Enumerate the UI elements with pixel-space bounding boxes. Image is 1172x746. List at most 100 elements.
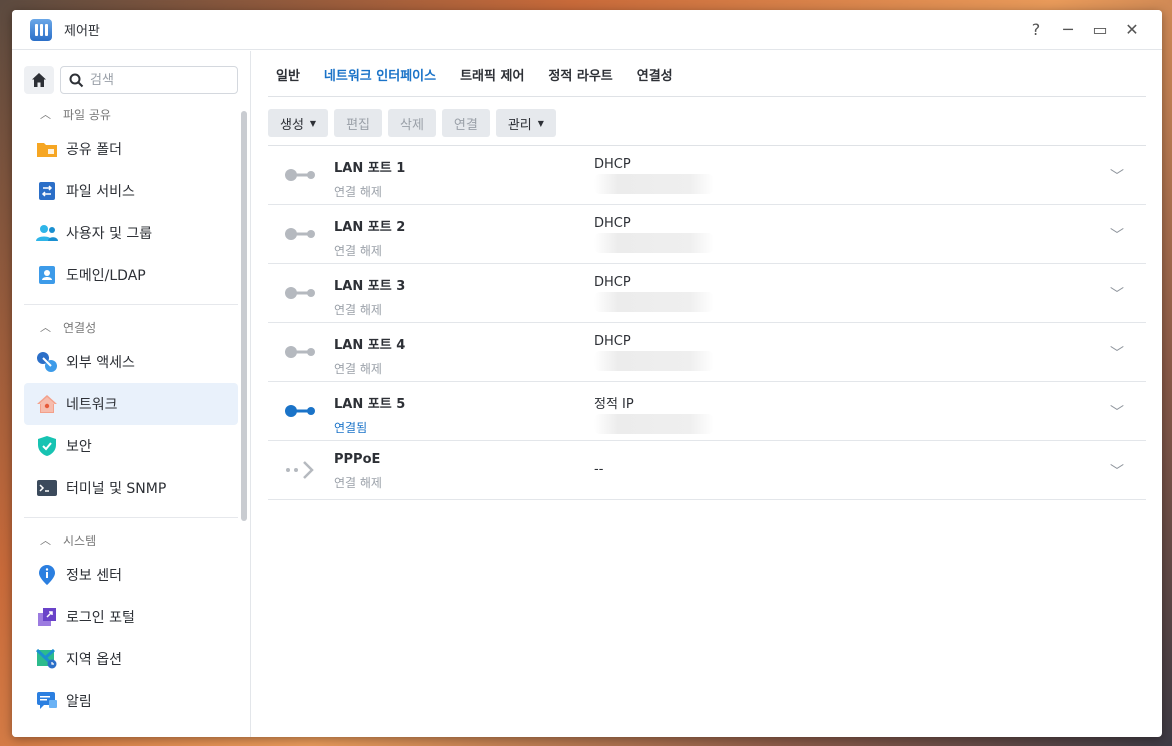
sidebar-item-file-services[interactable]: 파일 서비스 [24, 170, 238, 212]
main-panel: 일반 네트워크 인터페이스 트래픽 제어 정적 라우트 연결성 생성 ▼ 편집 삭… [268, 51, 1146, 737]
control-panel-window: 제어판 ? ─ ▭ ✕ ︿파일 공유 공유 폴더 파일 서비스 [12, 10, 1162, 737]
sidebar-item-regional-options[interactable]: 지역 옵션 [24, 638, 238, 680]
close-button[interactable]: ✕ [1116, 14, 1148, 46]
chevron-up-icon: ︿ [40, 108, 51, 121]
divider [24, 304, 238, 305]
tab-general[interactable]: 일반 [276, 65, 300, 96]
search-field[interactable] [60, 66, 238, 94]
chevron-up-icon: ︿ [40, 534, 51, 547]
window-title: 제어판 [64, 24, 100, 39]
login-portal-icon [36, 606, 58, 628]
interface-row-lan1[interactable]: LAN 포트 1 연결 해제 DHCP ﹀ [268, 146, 1146, 205]
sidebar: ︿파일 공유 공유 폴더 파일 서비스 사용자 및 그룹 도메인/LDAP ︿연… [12, 51, 251, 737]
chevron-down-icon[interactable]: ﹀ [1110, 225, 1124, 245]
create-button[interactable]: 생성 ▼ [268, 109, 329, 137]
interface-status: 연결 해제 [334, 362, 382, 376]
sidebar-item-network[interactable]: 네트워크 [24, 383, 238, 425]
divider [24, 517, 238, 518]
help-button[interactable]: ? [1020, 14, 1052, 46]
sidebar-item-security[interactable]: 보안 [24, 425, 238, 467]
tab-network-interface[interactable]: 네트워크 인터페이스 [324, 65, 436, 96]
sidebar-item-external-access[interactable]: 외부 액세스 [24, 341, 238, 383]
chevron-down-icon[interactable]: ﹀ [1110, 284, 1124, 304]
sidebar-item-login-portal[interactable]: 로그인 포털 [24, 596, 238, 638]
interface-row-lan3[interactable]: LAN 포트 3 연결 해제 DHCP ﹀ [268, 264, 1146, 323]
interface-mode: DHCP [594, 157, 631, 172]
interface-mode: 정적 IP [594, 397, 634, 412]
tab-traffic-control[interactable]: 트래픽 제어 [460, 65, 524, 96]
port-connected-icon [285, 405, 315, 417]
port-disconnected-icon [285, 287, 315, 299]
section-system[interactable]: ︿ 시스템 [12, 526, 250, 554]
external-access-icon [36, 351, 58, 373]
section-file-sharing[interactable]: ︿ 파일 공유 [12, 100, 250, 128]
interface-list: LAN 포트 1 연결 해제 DHCP ﹀ LAN 포트 2 연결 해제 DHCP … [268, 145, 1146, 500]
control-panel-app-icon [30, 18, 52, 41]
interface-status: 연결 해제 [334, 476, 382, 490]
tab-bar: 일반 네트워크 인터페이스 트래픽 제어 정적 라우트 연결성 [268, 51, 1146, 97]
chevron-down-icon[interactable]: ﹀ [1110, 343, 1124, 363]
redacted-address [594, 292, 714, 312]
notification-icon [36, 690, 58, 712]
sidebar-scrollbar[interactable] [241, 111, 247, 521]
tab-static-route[interactable]: 정적 라우트 [548, 65, 612, 96]
folder-icon [36, 138, 58, 160]
toolbar: 생성 ▼ 편집 삭제 연결 관리 ▼ [268, 109, 1146, 137]
sidebar-item-info-center[interactable]: 정보 센터 [24, 554, 238, 596]
pppoe-icon [286, 461, 314, 479]
sidebar-item-terminal-snmp[interactable]: 터미널 및 SNMP [24, 467, 238, 509]
sidebar-item-notification[interactable]: 알림 [24, 680, 238, 722]
edit-button[interactable]: 편집 [334, 109, 382, 137]
section-connectivity[interactable]: ︿ 연결성 [12, 313, 250, 341]
interface-row-lan2[interactable]: LAN 포트 2 연결 해제 DHCP ﹀ [268, 205, 1146, 264]
home-button[interactable] [24, 66, 54, 94]
maximize-button[interactable]: ▭ [1084, 14, 1116, 46]
chevron-down-icon[interactable]: ﹀ [1110, 402, 1124, 422]
manage-button[interactable]: 관리 ▼ [495, 109, 556, 137]
interface-name: LAN 포트 1 [334, 161, 406, 176]
interface-status: 연결 해제 [334, 185, 382, 199]
interface-name: LAN 포트 4 [334, 338, 406, 353]
caret-down-icon: ▼ [537, 118, 544, 128]
terminal-icon [36, 477, 58, 499]
minimize-button[interactable]: ─ [1052, 14, 1084, 46]
network-home-icon [36, 393, 58, 415]
caret-down-icon: ▼ [309, 118, 317, 128]
title-bar: 제어판 ? ─ ▭ ✕ [12, 10, 1162, 50]
sidebar-item-users-groups[interactable]: 사용자 및 그룹 [24, 212, 238, 254]
interface-name: LAN 포트 3 [334, 279, 406, 294]
port-disconnected-icon [285, 346, 315, 358]
redacted-address [594, 414, 714, 434]
regional-options-icon [36, 648, 58, 670]
delete-button[interactable]: 삭제 [388, 109, 436, 137]
redacted-address [594, 233, 714, 253]
chevron-up-icon: ︿ [40, 321, 51, 334]
tab-connectivity[interactable]: 연결성 [637, 65, 673, 96]
info-icon [36, 564, 58, 586]
interface-name: LAN 포트 5 [334, 397, 406, 412]
sidebar-item-shared-folder[interactable]: 공유 폴더 [24, 128, 238, 170]
redacted-address [594, 351, 714, 371]
search-icon [69, 73, 84, 87]
port-disconnected-icon [285, 169, 315, 181]
interface-row-pppoe[interactable]: PPPoE 연결 해제 -- ﹀ [268, 441, 1146, 500]
shield-icon [36, 435, 58, 457]
search-input[interactable] [90, 72, 220, 88]
interface-name: PPPoE [334, 452, 381, 467]
interface-name: LAN 포트 2 [334, 220, 406, 235]
interface-status: 연결됨 [334, 421, 368, 435]
redacted-address [594, 174, 714, 194]
interface-row-lan4[interactable]: LAN 포트 4 연결 해제 DHCP ﹀ [268, 323, 1146, 382]
connect-button[interactable]: 연결 [441, 109, 490, 137]
interface-status: 연결 해제 [334, 244, 382, 258]
port-disconnected-icon [285, 228, 315, 240]
interface-mode: DHCP [594, 334, 631, 349]
interface-mode: DHCP [594, 216, 631, 231]
interface-mode: DHCP [594, 275, 631, 290]
interface-row-lan5[interactable]: LAN 포트 5 연결됨 정적 IP ﹀ [268, 382, 1146, 441]
users-icon [36, 222, 58, 244]
sidebar-item-domain-ldap[interactable]: 도메인/LDAP [24, 254, 238, 296]
chevron-down-icon[interactable]: ﹀ [1110, 166, 1124, 186]
chevron-down-icon[interactable]: ﹀ [1110, 461, 1124, 481]
interface-value: -- [594, 462, 604, 477]
